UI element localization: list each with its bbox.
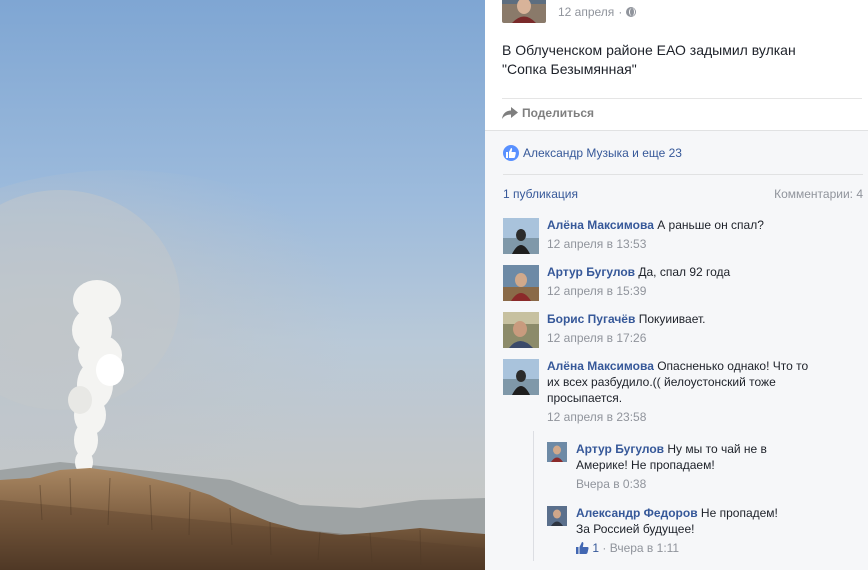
volcano-photo — [0, 0, 485, 570]
reply-time[interactable]: Вчера в 0:38 — [576, 476, 816, 492]
commenter-avatar[interactable] — [503, 359, 539, 395]
share-bar: Поделиться — [502, 98, 862, 130]
post-photo[interactable] — [0, 0, 485, 570]
replier-avatar[interactable] — [547, 442, 567, 462]
post-text-line: "Сопка Безымянная" — [502, 61, 637, 77]
comment-text: Да, спал 92 года — [638, 265, 731, 279]
comment-time[interactable]: 12 апреля в 15:39 — [547, 283, 847, 299]
comments-count: Комментарии: 4 — [774, 187, 863, 201]
comment-time[interactable]: 12 апреля в 13:53 — [547, 236, 847, 252]
reply-thread-line — [533, 431, 534, 561]
reply-time[interactable]: Вчера в 1:11 — [610, 541, 679, 555]
comment-author[interactable]: Борис Пугачёв — [547, 312, 635, 326]
post-text: В Облученском районе ЕАО задымил вулкан … — [502, 41, 857, 79]
comment-author[interactable]: Алёна Максимова — [547, 359, 654, 373]
thumbs-up-icon — [503, 145, 519, 161]
comment-body: Борис Пугачёв Покуиивает. 12 апреля в 17… — [547, 311, 847, 346]
reply-text: За Россией будущее! — [576, 522, 695, 536]
comment-author[interactable]: Алёна Максимова — [547, 218, 654, 232]
share-arrow-icon — [502, 107, 518, 119]
comment-time[interactable]: 12 апреля в 23:58 — [547, 409, 847, 425]
post-sidebar: 12 апреля · В Облученском районе ЕАО зады… — [485, 0, 868, 570]
post-stats: 1 публикация Комментарии: 4 — [503, 174, 863, 208]
comment-body: Алёна Максимова Опасненько однако! Что т… — [547, 358, 847, 425]
share-button[interactable]: Поделиться — [502, 106, 594, 120]
comment-body: Алёна Максимова А раньше он спал? 12 апр… — [547, 217, 847, 252]
reply-text: Ну мы то чай не в — [667, 442, 767, 456]
reply-text: Америке! Не пропадаем! — [576, 458, 715, 472]
reply-body: Артур Бугулов Ну мы то чай не в Америке!… — [576, 441, 816, 492]
comment-text: просыпается. — [547, 391, 623, 405]
commenter-avatar[interactable] — [503, 218, 539, 254]
author-avatar[interactable] — [502, 0, 546, 23]
reply-body: Александр Федоров Не пропадем! За Россие… — [576, 505, 816, 556]
commenter-avatar[interactable] — [503, 312, 539, 348]
reply-like-count[interactable]: 1 — [592, 541, 599, 555]
comment-text: Покуиивает. — [638, 312, 706, 326]
comment-text: Опасненько однако! Что то — [657, 359, 809, 373]
comment-text: А раньше он спал? — [657, 218, 764, 232]
post-header: 12 апреля · — [485, 0, 868, 30]
globe-icon[interactable] — [626, 7, 637, 17]
likes-text[interactable]: Александр Музыка и еще 23 — [523, 146, 682, 160]
comment-body: Артур Бугулов Да, спал 92 года 12 апреля… — [547, 264, 847, 299]
likes-summary[interactable]: Александр Музыка и еще 23 — [503, 145, 682, 161]
reply-meta: 1 · Вчера в 1:11 — [576, 540, 816, 556]
comment-text: их всех разбудило.(( йелоустонский тоже — [547, 375, 776, 389]
thumbs-up-icon[interactable] — [576, 542, 589, 554]
reply-text: Не пропадем! — [700, 506, 778, 520]
post-date[interactable]: 12 апреля — [558, 5, 614, 19]
post-text-line: В Облученском районе ЕАО задымил вулкан — [502, 42, 796, 58]
reply-author[interactable]: Александр Федоров — [576, 506, 698, 520]
meta-separator: · — [618, 5, 623, 19]
share-label: Поделиться — [522, 106, 595, 120]
replier-avatar[interactable] — [547, 506, 567, 526]
commenter-avatar[interactable] — [503, 265, 539, 301]
feedback-area: Александр Музыка и еще 23 1 публикация К… — [485, 130, 868, 570]
comment-author[interactable]: Артур Бугулов — [547, 265, 635, 279]
reply-author[interactable]: Артур Бугулов — [576, 442, 664, 456]
comment-time[interactable]: 12 апреля в 17:26 — [547, 330, 847, 346]
publications-link[interactable]: 1 публикация — [503, 187, 578, 201]
meta-separator: · — [602, 541, 607, 555]
post-meta: 12 апреля · — [558, 5, 637, 19]
